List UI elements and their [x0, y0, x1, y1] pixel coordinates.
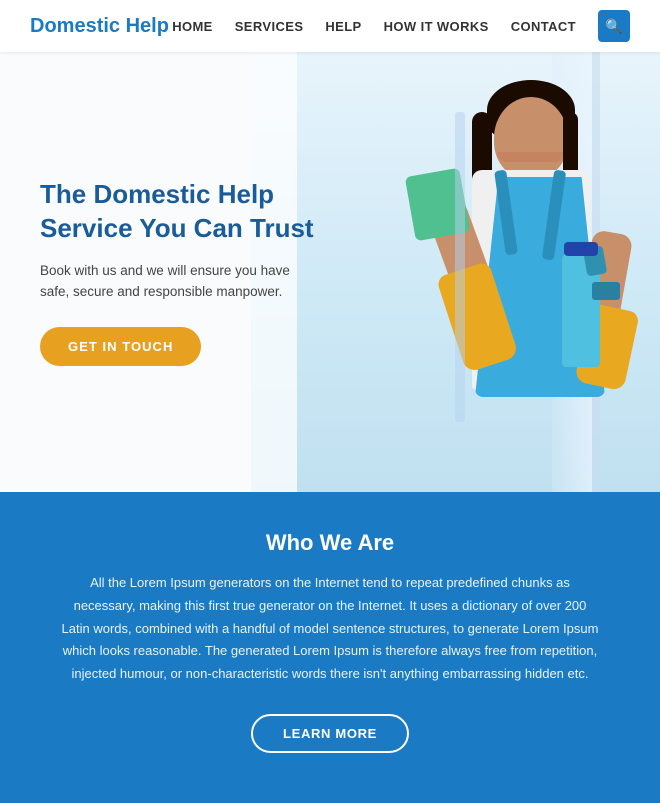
- hero-section: The Domestic Help Service You Can Trust …: [0, 52, 660, 492]
- learn-more-button[interactable]: LEARN MORE: [251, 714, 409, 753]
- nav-help[interactable]: HELP: [325, 19, 361, 34]
- who-section: Who We Are All the Lorem Ipsum generator…: [0, 492, 660, 803]
- nav-contact[interactable]: CONTACT: [511, 19, 576, 34]
- nav-home[interactable]: HOME: [172, 19, 213, 34]
- hero-cta-button[interactable]: GET IN TOUCH: [40, 327, 201, 366]
- who-title: Who We Are: [60, 530, 600, 556]
- nav-services[interactable]: SERVICES: [235, 19, 304, 34]
- cleaner-face: [494, 97, 568, 179]
- who-text: All the Lorem Ipsum generators on the In…: [60, 572, 600, 686]
- search-icon: 🔍: [605, 18, 622, 35]
- window-glass-edge: [455, 112, 465, 422]
- nav-how-it-works[interactable]: HOW IT WORKS: [384, 19, 489, 34]
- hero-content: The Domestic Help Service You Can Trust …: [0, 178, 320, 366]
- search-button[interactable]: 🔍: [598, 10, 630, 42]
- site-header: Domestic Help HOME SERVICES HELP HOW IT …: [0, 0, 660, 52]
- hero-title: The Domestic Help Service You Can Trust: [40, 178, 320, 246]
- cleaner-mouth: [497, 152, 565, 162]
- spray-trigger: [592, 282, 620, 300]
- site-logo: Domestic Help: [30, 15, 169, 38]
- spray-cap: [564, 242, 598, 256]
- main-nav: HOME SERVICES HELP HOW IT WORKS CONTACT …: [172, 10, 630, 42]
- hero-description: Book with us and we will ensure you have…: [40, 260, 320, 303]
